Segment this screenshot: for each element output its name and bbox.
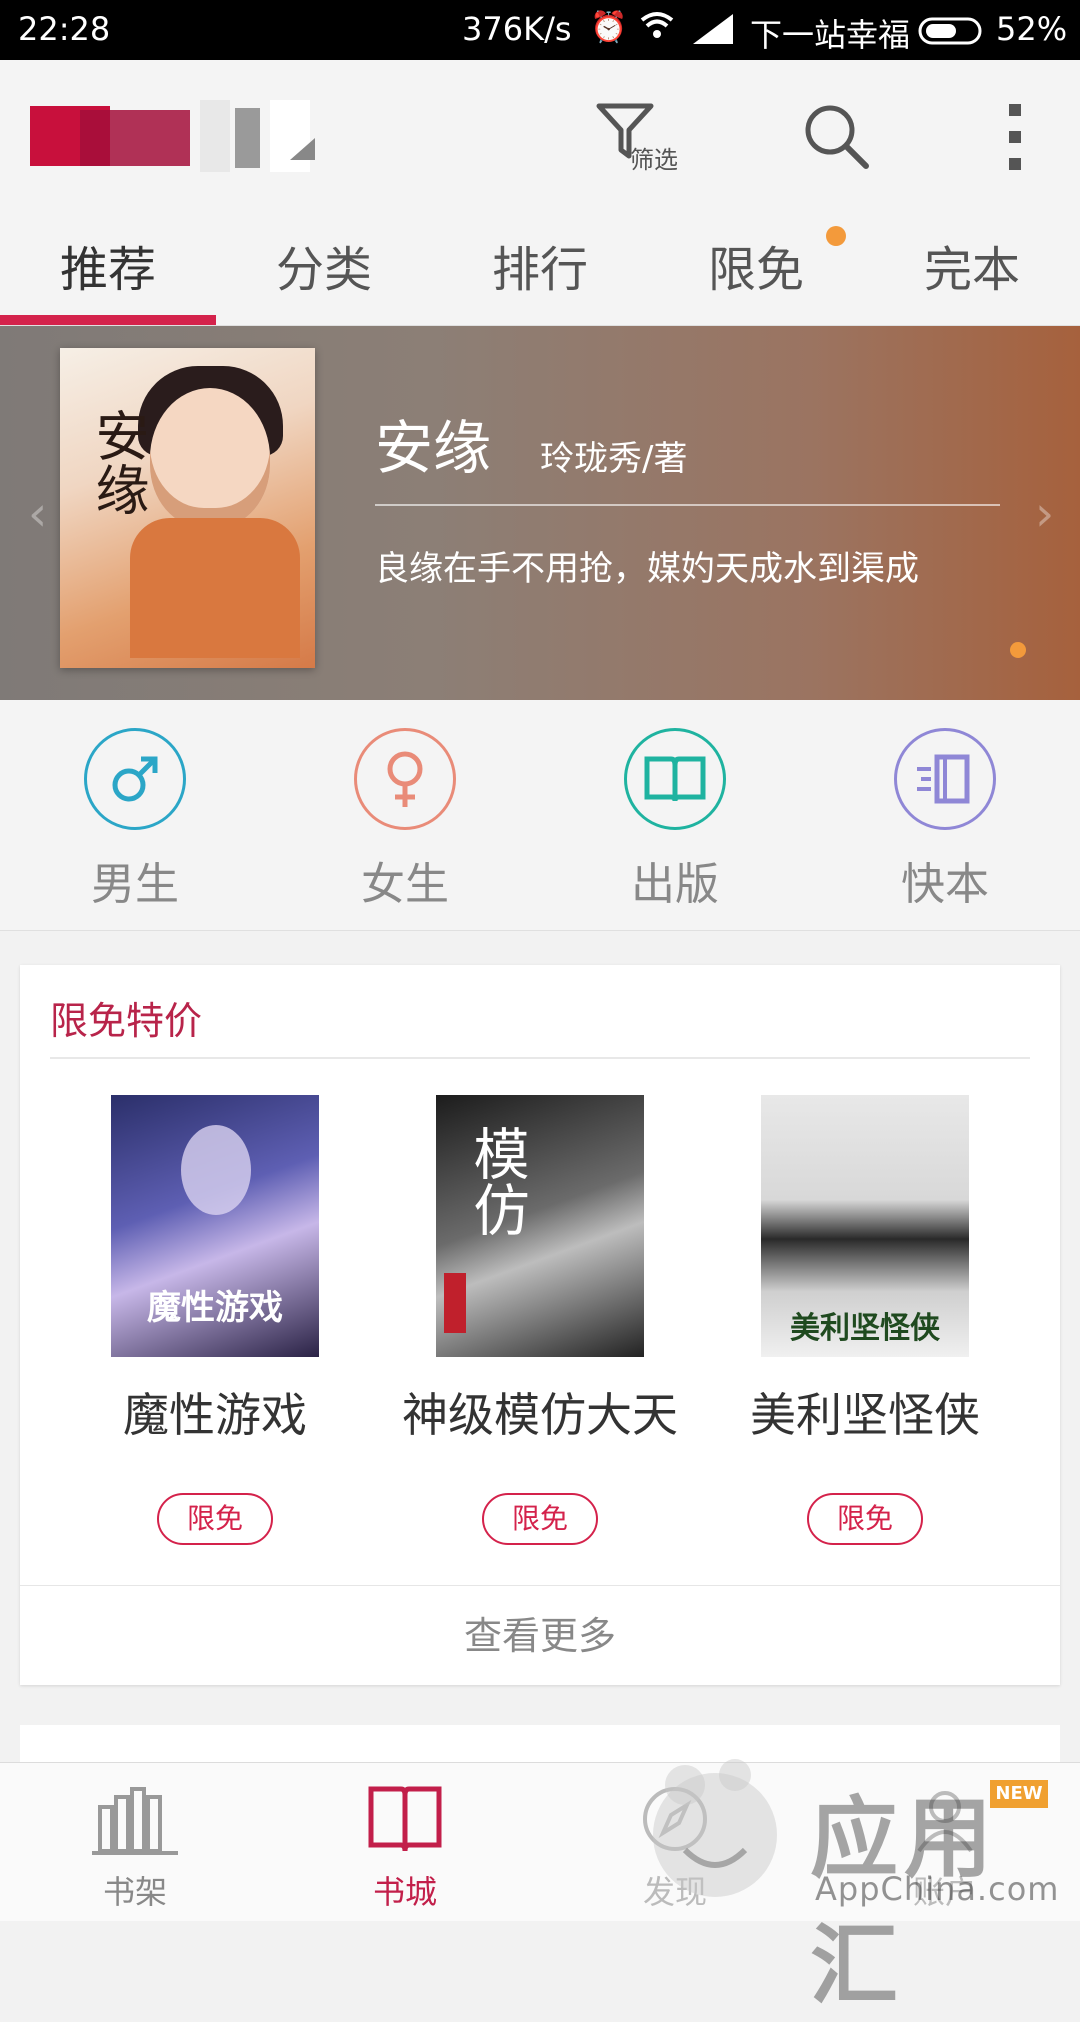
category-publishing[interactable]: 出版 [575,728,775,912]
category-row: 男生 女生 出版 快本 [0,700,1080,931]
male-icon [84,728,186,830]
more-vert-icon [1000,104,1030,176]
cover-title-text: 模仿 [464,1125,529,1237]
filter-button[interactable]: 筛选 [595,100,685,180]
nav-bookstore[interactable]: 书城 [305,1783,505,1913]
cover-title-text: 安缘 [86,408,149,516]
signal-icon [693,14,733,52]
status-speed: 376K/s [462,10,572,48]
alarm-icon: ⏰ [590,10,628,45]
bookstore-icon [305,1783,505,1859]
status-battery: 52% [996,10,1068,48]
nav-label: 书城 [372,1873,437,1911]
book-title: 神级模仿大天 [402,1388,678,1442]
see-more-button[interactable]: 查看更多 [20,1585,1060,1686]
tab-bar: 推荐 分类 排行 限免 完本 [0,200,1080,326]
battery-icon [918,16,988,54]
free-tag: 限免 [807,1493,923,1545]
free-tag: 限免 [157,1493,273,1545]
status-carrier: 下一站幸福 [750,16,911,54]
book-cover[interactable]: 美利坚怪侠 [761,1095,969,1357]
tab-completed[interactable]: 完本 [864,230,1080,300]
tab-recommend[interactable]: 推荐 [0,230,216,300]
section-divider [50,1057,1030,1059]
filter-label: 筛选 [630,146,678,174]
banner-divider [375,504,1000,506]
book-open-icon [624,728,726,830]
banner-book-author: 玲珑秀/著 [540,439,688,479]
cover-illustration-robe [130,518,300,658]
compass-icon [575,1783,775,1859]
banner-book-description: 良缘在手不用抢，媒妁天成水到渠成 [375,549,919,589]
category-label: 快本 [901,859,989,910]
book-item[interactable]: 美利坚怪侠 美利坚怪侠 限免 [715,1095,1015,1545]
book-title: 魔性游戏 [123,1388,307,1442]
nav-bookshelf[interactable]: 书架 [35,1783,235,1913]
app-header: 筛选 [0,60,1080,200]
cover-illustration-face [150,388,270,528]
more-button[interactable] [1000,102,1030,176]
nav-account[interactable]: 账户 [845,1783,1045,1913]
account-icon [845,1783,1045,1859]
app-logo [30,100,315,172]
nav-label: 书架 [102,1873,167,1911]
bottom-navigation: 书架 书城 发现 账户 [0,1762,1080,1921]
chevron-left-icon[interactable]: ‹ [28,486,47,542]
fast-book-icon [894,728,996,830]
featured-banner[interactable]: ‹ 安缘 安缘 玲珑秀/著 良缘在手不用抢，媒妁天成水到渠成 › [0,326,1080,700]
book-cover[interactable]: 模仿 [436,1095,644,1357]
category-label: 出版 [631,859,719,910]
chevron-right-icon[interactable]: › [1035,486,1054,542]
nav-discover[interactable]: 发现 [575,1783,775,1913]
search-icon [800,105,872,176]
book-item[interactable]: 模仿 神级模仿大天 限免 [390,1095,690,1545]
search-button[interactable] [800,100,872,176]
banner-book-title: 安缘 [375,414,492,482]
tab-ranking[interactable]: 排行 [432,230,648,300]
category-female[interactable]: 女生 [305,728,505,912]
status-bar: 22:28 376K/s ⏰ 下一站幸福 52% [0,0,1080,60]
tab-active-indicator [0,315,216,325]
nav-label: 账户 [912,1873,977,1911]
banner-book-cover[interactable]: 安缘 [60,348,315,668]
female-icon [354,728,456,830]
free-tag: 限免 [482,1493,598,1545]
category-label: 男生 [91,859,179,910]
category-label: 女生 [361,859,449,910]
cover-title-text: 美利坚怪侠 [790,1311,940,1346]
book-item[interactable]: 魔性游戏 魔性游戏 限免 [65,1095,365,1545]
category-male[interactable]: 男生 [35,728,235,912]
wifi-icon [640,10,674,48]
free-deals-card: 限免特价 魔性游戏 魔性游戏 限免 模仿 神级模仿大天 限免 美利坚怪侠 美利坚… [20,965,1060,1685]
nav-label: 发现 [642,1873,707,1911]
carousel-indicator-dot [1010,642,1026,658]
category-fast-book[interactable]: 快本 [845,728,1045,912]
section-title: 限免特价 [50,999,203,1043]
book-cover[interactable]: 魔性游戏 [111,1095,319,1357]
book-title: 美利坚怪侠 [750,1388,980,1442]
tab-badge-dot [826,226,846,246]
status-time: 22:28 [18,10,111,48]
cover-title-text: 魔性游戏 [147,1288,283,1328]
bookshelf-icon [35,1783,235,1859]
tab-category[interactable]: 分类 [216,230,432,300]
